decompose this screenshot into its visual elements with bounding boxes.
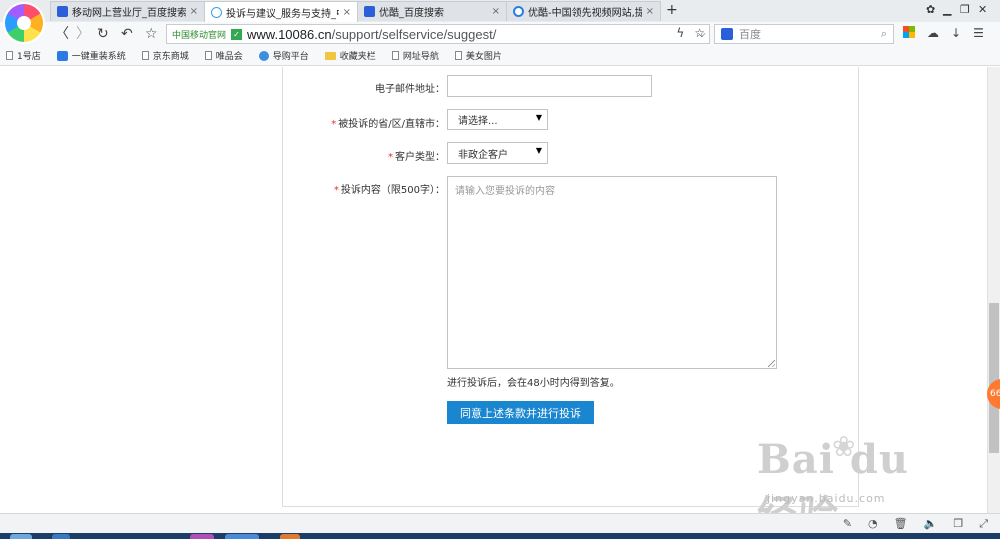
refresh-icon[interactable]: ↻: [97, 25, 109, 43]
close-window-icon[interactable]: ✕: [978, 3, 987, 16]
undo-close-tab-icon[interactable]: ↶: [121, 25, 133, 43]
new-tab-button[interactable]: +: [666, 2, 678, 18]
email-label: 电子邮件地址：: [375, 84, 445, 95]
tab-close-icon[interactable]: ×: [190, 6, 198, 17]
zoom-icon[interactable]: ⤢: [979, 517, 988, 531]
tab-suggest-active[interactable]: 投诉与建议_服务与支持_中国 ×: [204, 1, 358, 23]
tab-youku[interactable]: 优酷-中国领先视频网站,提供 ×: [506, 1, 661, 21]
page-icon: [141, 51, 149, 60]
tab-title: 优酷_百度搜索: [379, 8, 444, 19]
tab-baidu-search-1[interactable]: 移动网上营业厅_百度搜索 ×: [50, 1, 205, 21]
volume-icon[interactable]: 🔈: [924, 517, 938, 531]
baidu-paw-icon: [57, 6, 68, 17]
youku-icon: [513, 6, 524, 17]
menu-icon[interactable]: ☰: [973, 26, 984, 40]
back-icon[interactable]: 〈: [55, 25, 69, 43]
dropdown-arrow-icon: ▼: [535, 113, 542, 122]
baidu-jingyan-watermark: Bai du 经验 ❀ jingyan.baidu.com: [757, 430, 909, 539]
tab-close-icon[interactable]: ×: [646, 6, 654, 17]
scrollbar-thumb[interactable]: [989, 303, 999, 453]
email-field[interactable]: [447, 75, 652, 97]
customer-type-select[interactable]: 非政企客户 ▼: [447, 142, 548, 164]
folder-icon: [324, 51, 336, 60]
bookmark-item[interactable]: 一键重装系统: [56, 49, 126, 62]
start-button-icon[interactable]: [10, 534, 32, 539]
china-mobile-icon: [211, 7, 222, 18]
bookmark-item[interactable]: 导购平台: [258, 49, 309, 62]
tab-baidu-search-2[interactable]: 优酷_百度搜索 ×: [357, 1, 507, 21]
browser-logo-icon[interactable]: [5, 4, 43, 42]
cloud-icon[interactable]: ☁: [927, 26, 939, 40]
search-placeholder: 百度: [739, 28, 761, 41]
province-label: * 被投诉的省/区/直辖市：: [331, 119, 445, 130]
tab-strip: 移动网上营业厅_百度搜索 × 投诉与建议_服务与支持_中国 × 优酷_百度搜索 …: [0, 0, 1000, 42]
window-icon[interactable]: ❐: [953, 517, 963, 531]
forward-icon[interactable]: 〉: [76, 25, 90, 43]
agree-and-submit-button[interactable]: 同意上述条款并进行投诉: [447, 401, 594, 424]
baidu-paw-watermark-icon: ❀: [832, 430, 856, 463]
response-time-hint: 进行投诉后，会在48小时内得到答复。: [447, 378, 620, 389]
lightning-icon[interactable]: ϟ: [676, 26, 684, 40]
resize-grip-icon[interactable]: [768, 360, 775, 367]
page-icon: [204, 51, 212, 60]
apps-grid-icon[interactable]: [903, 26, 915, 38]
bookmarks-bar: 1号店 一键重装系统 京东商城 唯品会 导购平台 收藏夹栏 网址导航 美女图片: [0, 46, 1000, 66]
globe-icon: [258, 50, 269, 61]
taskbar-app-icon[interactable]: [225, 534, 259, 539]
certificate-icon[interactable]: ✓: [231, 28, 243, 40]
bookmark-item[interactable]: 京东商城: [141, 49, 189, 62]
taskbar-app-icon[interactable]: [52, 534, 70, 539]
tab-title: 移动网上营业厅_百度搜索: [72, 8, 186, 19]
complaint-content-textarea[interactable]: [447, 176, 777, 369]
bookmark-item[interactable]: 网址导航: [391, 49, 439, 62]
page-icon: [454, 51, 462, 60]
bookmark-item[interactable]: 美女图片: [454, 49, 502, 62]
baidu-paw-icon: [364, 6, 375, 17]
page-icon: [391, 51, 399, 60]
toolbar-icons: ☁ ↓ ☰: [903, 26, 984, 40]
pin-icon[interactable]: ✎: [843, 517, 852, 531]
navigation-bar: 〈 〉 ↻ ↶ ☆ 中国移动官网 ✓ www.10086.cn/support/…: [0, 22, 1000, 46]
bookmark-item[interactable]: 1号店: [6, 49, 41, 62]
tab-title: 投诉与建议_服务与支持_中国: [226, 9, 339, 20]
page-icon: [6, 51, 13, 60]
customer-type-label: * 客户类型：: [388, 152, 445, 163]
baidu-paw-icon: [721, 28, 733, 40]
dropdown-arrow-icon: ▼: [535, 146, 542, 155]
taskbar-app-icon[interactable]: [280, 534, 300, 539]
minimize-icon[interactable]: ▁: [943, 3, 951, 16]
complaint-content-label: * 投诉内容（限500字）：: [333, 185, 445, 196]
tab-title: 优酷-中国领先视频网站,提供: [528, 8, 642, 19]
search-box[interactable]: 百度 ⌕: [714, 24, 894, 44]
address-url[interactable]: www.10086.cn/support/selfservice/suggest…: [247, 27, 496, 42]
download-icon[interactable]: ↓: [951, 26, 961, 40]
taskbar-app-icon[interactable]: [190, 534, 214, 539]
address-bar[interactable]: 中国移动官网 ✓ www.10086.cn/support/selfservic…: [166, 24, 710, 44]
skin-icon[interactable]: ✿: [926, 3, 935, 16]
bookmark-item[interactable]: 唯品会: [204, 49, 243, 62]
tab-close-icon[interactable]: ×: [492, 6, 500, 17]
province-select[interactable]: 请选择... ▼: [447, 109, 548, 130]
blue-app-icon: [56, 50, 68, 61]
speed-icon[interactable]: ◔: [868, 517, 878, 531]
vertical-scrollbar[interactable]: [987, 67, 1000, 513]
search-icon[interactable]: ⌕: [881, 27, 887, 41]
bookmark-item[interactable]: 收藏夹栏: [324, 49, 376, 62]
favorite-star-icon[interactable]: ☆: [145, 25, 158, 43]
status-bar: ✎ ◔ 🗑 🔈 ❐ ⤢: [0, 513, 1000, 533]
os-taskbar: [0, 533, 1000, 539]
tab-close-icon[interactable]: ×: [343, 7, 351, 18]
site-verified-badge: 中国移动官网: [172, 30, 227, 41]
chevron-down-icon[interactable]: ⌵: [698, 26, 706, 44]
restore-icon[interactable]: ❐: [960, 3, 970, 16]
trash-icon[interactable]: 🗑: [894, 517, 908, 531]
